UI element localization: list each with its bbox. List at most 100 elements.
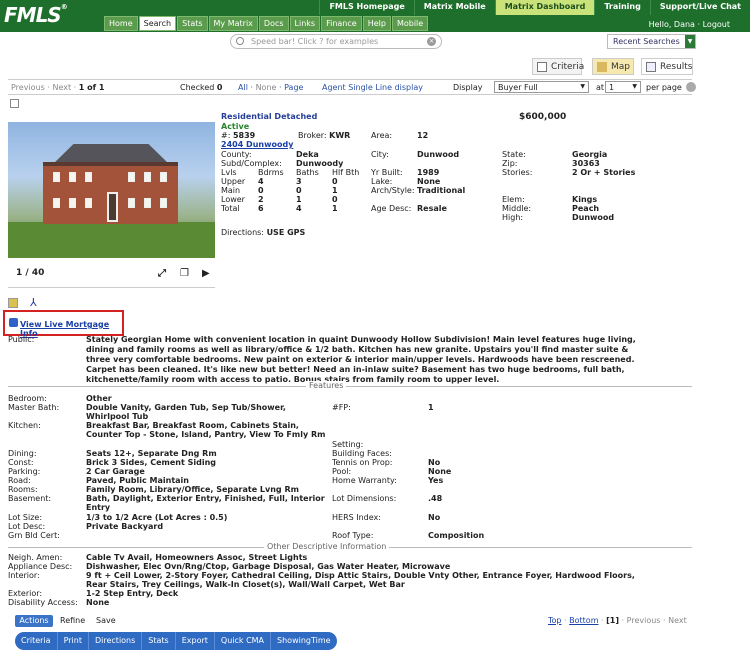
- display-select[interactable]: Buyer Full ▼: [494, 81, 589, 93]
- tab-stats[interactable]: Stats: [177, 16, 208, 31]
- tab-finance[interactable]: Finance: [321, 16, 362, 31]
- county-label: County:: [221, 150, 252, 159]
- results-icon: [646, 62, 656, 72]
- city-value: Dunwood: [417, 150, 460, 159]
- actions-tab[interactable]: Actions: [15, 615, 53, 627]
- refine-tab[interactable]: Refine: [60, 616, 85, 625]
- top-link-matrix-mobile[interactable]: Matrix Mobile: [413, 0, 495, 15]
- lvls-header: Lvls: [221, 168, 237, 177]
- other-title: Other Descriptive Information: [264, 542, 390, 551]
- lvl-label: Total: [221, 204, 240, 213]
- age-label: Age Desc:: [371, 204, 412, 213]
- baths-header: Baths: [296, 168, 319, 177]
- lvl-label: Main: [221, 186, 241, 195]
- feature-value: Seats 12+, Separate Dng Rm: [86, 449, 217, 458]
- property-type: Residential Detached: [221, 112, 318, 121]
- age-value: Resale: [417, 204, 447, 213]
- other-label: Interior:: [8, 571, 40, 580]
- per-page-select[interactable]: 1 ▼: [605, 81, 641, 93]
- speed-bar-input[interactable]: Speed bar! Click ? for examples ×: [230, 34, 442, 49]
- feature-value: Private Backyard: [86, 522, 164, 531]
- feature-value: Family Room, Library/Office, Separate Lv…: [86, 485, 299, 494]
- tab-help[interactable]: Help: [362, 16, 391, 31]
- directions-button[interactable]: Directions: [89, 632, 143, 650]
- lvl-cell: 3: [296, 177, 302, 186]
- feature-value: No: [428, 458, 441, 467]
- page-of: 1 of 1: [78, 83, 105, 92]
- stats-button[interactable]: Stats: [142, 632, 176, 650]
- current-page: [1]: [606, 616, 620, 625]
- select-all-link[interactable]: All: [238, 83, 248, 92]
- tab-search[interactable]: Search: [138, 16, 177, 31]
- subd-label: Subd/Complex:: [221, 159, 282, 168]
- next-link[interactable]: Next: [668, 616, 687, 625]
- action-buttons: Criteria Print Directions Stats Export Q…: [15, 632, 337, 650]
- mortgage-icon: [9, 318, 18, 327]
- lvl-label: Upper: [221, 177, 246, 186]
- top-link[interactable]: Top: [548, 616, 562, 625]
- previous-link[interactable]: Previous: [627, 616, 661, 625]
- lvl-cell: 1: [296, 195, 302, 204]
- print-button[interactable]: Print: [58, 632, 89, 650]
- top-link-support[interactable]: Support/Live Chat: [649, 0, 750, 15]
- showingtime-button[interactable]: ShowingTime: [271, 632, 337, 650]
- select-page-link[interactable]: Page: [284, 83, 303, 92]
- features-title: Features: [306, 381, 347, 390]
- zip-value: 30363: [572, 159, 600, 168]
- tab-mobile[interactable]: Mobile: [391, 16, 429, 31]
- other-value: None: [86, 598, 110, 607]
- export-button[interactable]: Export: [176, 632, 215, 650]
- other-label: Appliance Desc:: [8, 562, 73, 571]
- bottom-pager: Top · Bottom · [1] · Previous · Next: [548, 616, 687, 625]
- tab-home[interactable]: Home: [104, 16, 138, 31]
- search-icon: [236, 37, 244, 45]
- criteria-button[interactable]: Criteria: [15, 632, 58, 650]
- area-value: 12: [417, 131, 429, 140]
- listing-photo[interactable]: [8, 122, 215, 258]
- county-value: Deka: [296, 150, 319, 159]
- tab-my-matrix[interactable]: My Matrix: [208, 16, 258, 31]
- lawn: [8, 222, 215, 258]
- display-label: Display: [453, 83, 483, 92]
- quick-cma-button[interactable]: Quick CMA: [215, 632, 272, 650]
- feature-label: Lot Size:: [8, 513, 43, 522]
- expand-icon[interactable]: ⤢: [158, 268, 166, 279]
- feature-label: Building Faces:: [332, 449, 392, 458]
- gallery-icon[interactable]: ❐: [180, 268, 189, 279]
- agent-single-line-link[interactable]: Agent Single Line display: [322, 83, 423, 92]
- save-tab[interactable]: Save: [96, 616, 116, 625]
- feature-value: Brick 3 Sides, Cement Siding: [86, 458, 216, 467]
- chart-icon[interactable]: ⅄: [30, 296, 37, 309]
- tab-results[interactable]: Results: [641, 58, 693, 75]
- logout-link[interactable]: Logout: [703, 20, 730, 29]
- chevron-down-icon: ▼: [580, 83, 585, 90]
- recent-searches-dropdown[interactable]: Recent Searches ▼: [607, 34, 696, 49]
- next-link[interactable]: Next: [52, 83, 71, 92]
- feature-value: None: [428, 467, 452, 476]
- top-link-homepage[interactable]: FMLS Homepage: [319, 0, 413, 15]
- top-link-training[interactable]: Training: [594, 0, 650, 15]
- bottom-link[interactable]: Bottom: [569, 616, 598, 625]
- top-link-matrix-dashboard[interactable]: Matrix Dashboard: [494, 0, 595, 15]
- chevron-down-icon[interactable]: ▼: [685, 35, 695, 48]
- mortgage-info-box: View Live Mortgage Info: [3, 310, 124, 338]
- clear-icon[interactable]: ×: [427, 37, 436, 46]
- photo-counter: 1 / 40: [16, 268, 45, 278]
- gear-icon[interactable]: [686, 82, 696, 92]
- notes-icon[interactable]: [8, 298, 18, 308]
- select-none-link[interactable]: None: [256, 83, 277, 92]
- tab-criteria[interactable]: Criteria: [532, 58, 584, 75]
- elem-label: Elem:: [502, 195, 525, 204]
- listing-checkbox[interactable]: [10, 99, 19, 108]
- previous-link[interactable]: Previous: [11, 83, 45, 92]
- address-link[interactable]: 2404 Dunwoody: [221, 140, 293, 149]
- feature-value: .48: [428, 494, 443, 503]
- fmls-logo[interactable]: FMLS®: [4, 3, 68, 27]
- tab-links[interactable]: Links: [289, 16, 321, 31]
- other-label: Exterior:: [8, 589, 43, 598]
- tab-docs[interactable]: Docs: [258, 16, 289, 31]
- stories-label: Stories:: [502, 168, 533, 177]
- feature-value: Yes: [428, 476, 444, 485]
- tab-map[interactable]: Map: [592, 58, 634, 75]
- play-icon[interactable]: ▶: [202, 268, 210, 279]
